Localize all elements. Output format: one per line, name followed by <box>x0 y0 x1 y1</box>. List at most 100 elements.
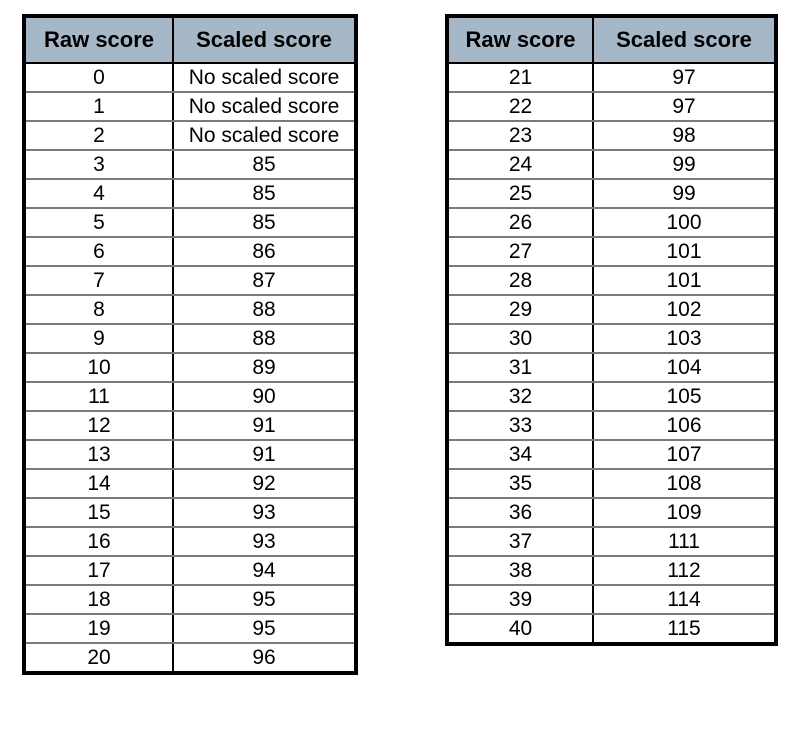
table-row: 28 101 <box>446 265 777 296</box>
table-row: 30 103 <box>446 323 777 354</box>
table-row: 8 88 <box>23 294 357 325</box>
scaled-score-cell: No scaled score <box>172 91 357 122</box>
table-row: 9 88 <box>23 323 357 354</box>
table-row: 14 92 <box>23 468 357 499</box>
scaled-score-cell: 105 <box>592 381 777 412</box>
raw-score-cell: 11 <box>23 381 174 412</box>
raw-score-cell: 26 <box>446 207 594 238</box>
scaled-score-cell: No scaled score <box>172 120 357 151</box>
raw-score-cell: 12 <box>23 410 174 441</box>
table-row: 26 100 <box>446 207 777 238</box>
scaled-score-cell: 85 <box>172 178 357 209</box>
scaled-score-cell: 101 <box>592 265 777 296</box>
scaled-score-cell: 88 <box>172 323 357 354</box>
scaled-score-cell: 114 <box>592 584 777 615</box>
table-row: 0 No scaled score <box>23 62 357 93</box>
raw-score-cell: 25 <box>446 178 594 209</box>
raw-score-cell: 0 <box>23 62 174 93</box>
raw-score-cell: 7 <box>23 265 174 296</box>
scaled-score-cell: 97 <box>592 62 777 93</box>
table-row: 33 106 <box>446 410 777 441</box>
table-row: 21 97 <box>446 62 777 93</box>
scaled-score-cell: 102 <box>592 294 777 325</box>
scaled-score-cell: 112 <box>592 555 777 586</box>
raw-score-cell: 28 <box>446 265 594 296</box>
scaled-score-cell: 91 <box>172 439 357 470</box>
raw-score-cell: 3 <box>23 149 174 180</box>
scaled-score-cell: 85 <box>172 149 357 180</box>
table-row: 35 108 <box>446 468 777 499</box>
scaled-score-cell: 103 <box>592 323 777 354</box>
table-body: 0 No scaled score 1 No scaled score 2 No scal… <box>23 62 357 674</box>
score-table-left: Raw score Scaled score 0 No scaled score 1… <box>22 14 358 675</box>
scaled-score-cell: 100 <box>592 207 777 238</box>
raw-score-cell: 1 <box>23 91 174 122</box>
raw-score-cell: 20 <box>23 642 174 674</box>
raw-score-cell: 13 <box>23 439 174 470</box>
scaled-score-cell: 109 <box>592 497 777 528</box>
raw-score-cell: 5 <box>23 207 174 238</box>
scaled-score-cell: 88 <box>172 294 357 325</box>
table-row: 22 97 <box>446 91 777 122</box>
scaled-score-cell: 99 <box>592 178 777 209</box>
table-row: 34 107 <box>446 439 777 470</box>
raw-score-cell: 2 <box>23 120 174 151</box>
table-row: 24 99 <box>446 149 777 180</box>
scaled-score-cell: 97 <box>592 91 777 122</box>
table-row: 4 85 <box>23 178 357 209</box>
scaled-score-cell: 94 <box>172 555 357 586</box>
raw-score-cell: 31 <box>446 352 594 383</box>
table-row: 31 104 <box>446 352 777 383</box>
scaled-score-cell: 86 <box>172 236 357 267</box>
header-row: Raw score Scaled score <box>23 15 357 64</box>
raw-score-cell: 40 <box>446 613 594 645</box>
table-row: 39 114 <box>446 584 777 615</box>
scaled-score-cell: 85 <box>172 207 357 238</box>
table-row: 32 105 <box>446 381 777 412</box>
scaled-score-cell: 106 <box>592 410 777 441</box>
table-row: 18 95 <box>23 584 357 615</box>
raw-score-cell: 35 <box>446 468 594 499</box>
raw-score-cell: 39 <box>446 584 594 615</box>
table-row: 25 99 <box>446 178 777 209</box>
raw-score-cell: 34 <box>446 439 594 470</box>
table-row: 23 98 <box>446 120 777 151</box>
table-body: 21 97 22 97 23 98 24 99 25 99 26 100 27 101 28 101 29 102… <box>446 62 777 645</box>
table-row: 29 102 <box>446 294 777 325</box>
table-row: 5 85 <box>23 207 357 238</box>
table-row: 13 91 <box>23 439 357 470</box>
table-row: 15 93 <box>23 497 357 528</box>
table-row: 40 115 <box>446 613 777 645</box>
raw-score-cell: 16 <box>23 526 174 557</box>
scaled-score-cell: 87 <box>172 265 357 296</box>
raw-score-cell: 9 <box>23 323 174 354</box>
scaled-score-cell: 91 <box>172 410 357 441</box>
raw-score-cell: 24 <box>446 149 594 180</box>
raw-score-cell: 14 <box>23 468 174 499</box>
table-row: 12 91 <box>23 410 357 441</box>
scaled-score-cell: 99 <box>592 149 777 180</box>
raw-score-cell: 23 <box>446 120 594 151</box>
scaled-score-cell: 107 <box>592 439 777 470</box>
raw-score-cell: 29 <box>446 294 594 325</box>
scaled-score-cell: 93 <box>172 497 357 528</box>
raw-score-cell: 37 <box>446 526 594 557</box>
table-row: 7 87 <box>23 265 357 296</box>
header-row: Raw score Scaled score <box>446 15 777 64</box>
raw-score-cell: 27 <box>446 236 594 267</box>
raw-score-cell: 6 <box>23 236 174 267</box>
raw-score-cell: 33 <box>446 410 594 441</box>
raw-score-cell: 38 <box>446 555 594 586</box>
table-row: 37 111 <box>446 526 777 557</box>
scaled-score-header: Scaled score <box>172 15 357 64</box>
raw-score-cell: 15 <box>23 497 174 528</box>
raw-score-cell: 17 <box>23 555 174 586</box>
table-row: 20 96 <box>23 642 357 674</box>
table-row: 19 95 <box>23 613 357 644</box>
table-row: 11 90 <box>23 381 357 412</box>
table-row: 3 85 <box>23 149 357 180</box>
scaled-score-cell: 95 <box>172 584 357 615</box>
raw-score-cell: 21 <box>446 62 594 93</box>
scaled-score-cell: 96 <box>172 642 357 674</box>
scaled-score-cell: 92 <box>172 468 357 499</box>
